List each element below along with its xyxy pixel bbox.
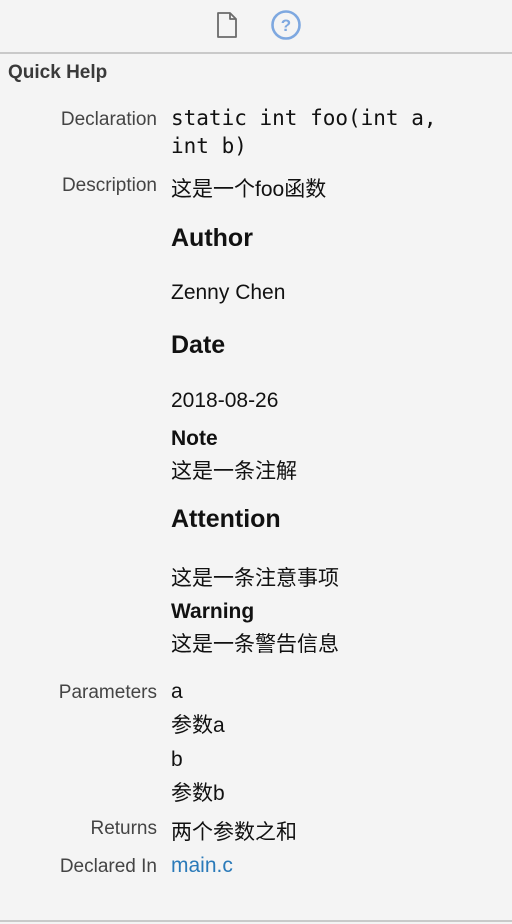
returns-label: Returns (90, 818, 157, 839)
declaration-line-2: int b) (171, 134, 247, 158)
parameters-label: Parameters (58, 682, 157, 703)
warning-heading: Warning (171, 600, 255, 623)
date-value: 2018-08-26 (171, 389, 279, 412)
author-heading: Author (171, 224, 253, 252)
note-value: 这是一条注解 (171, 460, 297, 483)
description-label: Description (61, 175, 157, 196)
toolbar-divider (0, 52, 512, 54)
author-value: Zenny Chen (171, 281, 286, 304)
note-heading: Note (171, 427, 218, 450)
date-heading: Date (171, 331, 226, 359)
attention-heading: Attention (171, 505, 281, 533)
declared-in-file-link[interactable]: main.c (171, 854, 233, 878)
quick-help-inspector-button[interactable]: ? (269, 8, 303, 42)
inspector-toolbar: ? (0, 0, 512, 52)
file-document-icon (217, 12, 237, 38)
declaration-line-1: static int foo(int a, (171, 106, 437, 130)
parameter-description: 参数a (171, 714, 225, 737)
warning-value: 这是一条警告信息 (171, 633, 339, 656)
question-circle-icon: ? (271, 10, 301, 40)
parameter-description: 参数b (171, 782, 225, 805)
svg-text:?: ? (281, 16, 291, 35)
panel-title: Quick Help (8, 62, 108, 83)
bottom-divider (0, 920, 512, 922)
parameter-name: b (171, 748, 183, 771)
parameter-name: a (171, 680, 183, 703)
declaration-label: Declaration (60, 109, 157, 130)
declared-in-label: Declared In (59, 856, 157, 877)
attention-value: 这是一条注意事项 (171, 567, 339, 590)
returns-text: 两个参数之和 (171, 821, 297, 844)
file-inspector-button[interactable] (210, 8, 244, 42)
description-text: 这是一个foo函数 (171, 178, 327, 201)
